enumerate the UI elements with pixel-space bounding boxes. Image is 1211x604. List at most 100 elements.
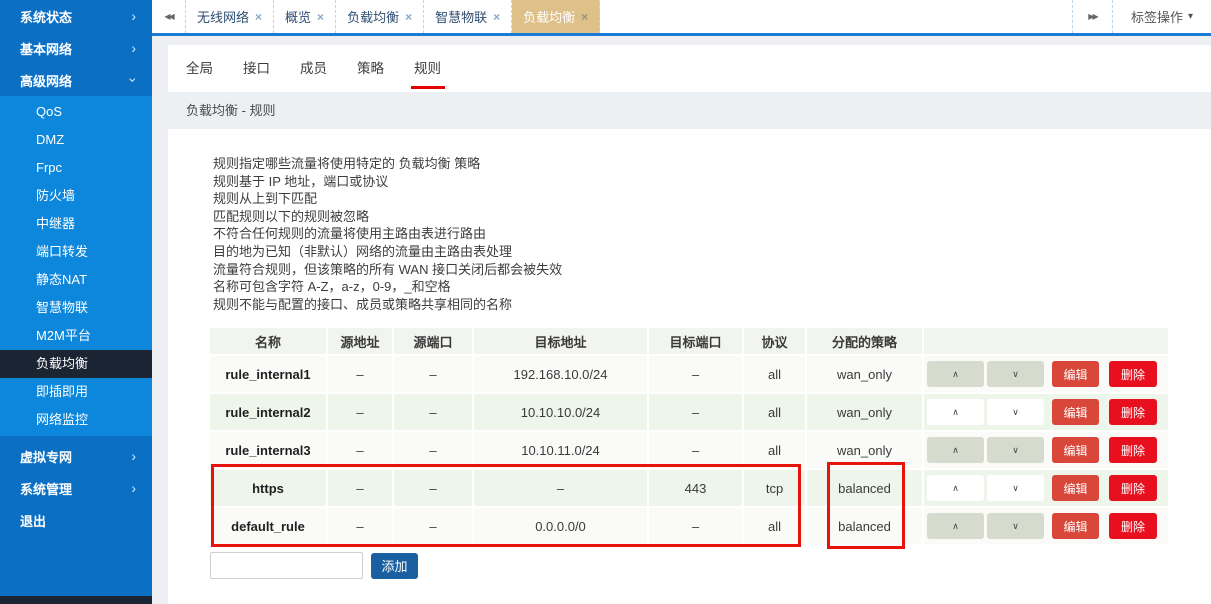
sidebar-item[interactable]: 高级网络 › bbox=[0, 64, 152, 96]
sidebar-subitem[interactable]: 端口转发 bbox=[0, 238, 152, 266]
sidebar-subitem[interactable]: 防火墙 bbox=[0, 182, 152, 210]
cell-policy: wan_only bbox=[807, 394, 924, 431]
sidebar-subitem[interactable]: 中继器 bbox=[0, 210, 152, 238]
cell-dst-addr: 192.168.10.0/24 bbox=[474, 356, 649, 393]
sidebar-item[interactable]: 基本网络 › bbox=[0, 32, 152, 64]
edit-button[interactable]: 编辑 bbox=[1052, 475, 1099, 502]
rules-content: 规则指定哪些流量将使用特定的 负载均衡 策略 规则基于 IP 地址，端口或协议 规则… bbox=[168, 129, 1211, 580]
delete-button[interactable]: 删除 bbox=[1109, 513, 1157, 540]
cell-proto: all bbox=[744, 508, 807, 545]
sidebar-submenu: QoS DMZ Frpc 防火墙 中继器 端口转发 静态NAT 智慧物联 M2M平台 负载均衡 即插… bbox=[0, 96, 152, 436]
cell-src-port: – bbox=[394, 432, 474, 469]
delete-button[interactable]: 删除 bbox=[1109, 399, 1157, 426]
edit-button[interactable]: 编辑 bbox=[1052, 513, 1099, 540]
add-rule-row: 添加 bbox=[210, 552, 1211, 580]
subtab[interactable]: 接口 bbox=[243, 45, 270, 92]
move-down-button[interactable]: ∨ bbox=[987, 437, 1044, 464]
edit-button[interactable]: 编辑 bbox=[1052, 361, 1099, 388]
sidebar-item-label: 系统管理 bbox=[20, 481, 73, 497]
column-header: 目标端口 bbox=[649, 328, 744, 355]
column-header: 源端口 bbox=[394, 328, 474, 355]
sidebar-subitem[interactable]: DMZ bbox=[0, 126, 152, 154]
close-icon[interactable]: × bbox=[405, 10, 412, 24]
subtab[interactable]: 全局 bbox=[186, 45, 213, 92]
tab-label: 负载均衡 bbox=[347, 10, 400, 25]
move-down-button[interactable]: ∨ bbox=[987, 399, 1044, 426]
tab[interactable]: 概览 × bbox=[274, 0, 337, 33]
sidebar-bottom-items: 虚拟专网 › 系统管理 › 退出 bbox=[0, 436, 152, 536]
delete-button[interactable]: 删除 bbox=[1109, 437, 1157, 464]
tab[interactable]: 负载均衡 × bbox=[512, 0, 601, 33]
sidebar-item[interactable]: 系统状态 › bbox=[0, 0, 152, 32]
description-line: 目的地为已知（非默认）网络的流量由主路由表处理 bbox=[213, 243, 513, 259]
cell-src-port: – bbox=[394, 394, 474, 431]
caret-down-icon: ▾ bbox=[1187, 11, 1193, 22]
cell-name: rule_internal1 bbox=[210, 356, 328, 393]
tab[interactable]: 智慧物联 × bbox=[424, 0, 513, 33]
cell-src-port: – bbox=[394, 356, 474, 393]
move-down-button[interactable]: ∨ bbox=[987, 513, 1044, 540]
chevron-right-icon: › bbox=[131, 480, 136, 496]
content-card: 全局 接口 成员 策略 规则 负载均衡 - 规则 规则指定哪些流量将使用特定的 负载均衡… bbox=[168, 45, 1211, 604]
sidebar-subitem[interactable]: 智慧物联 bbox=[0, 294, 152, 322]
close-icon[interactable]: × bbox=[317, 10, 324, 24]
subtab-list: 全局 接口 成员 策略 规则 bbox=[168, 45, 1211, 92]
sidebar-subitem[interactable]: 负载均衡 bbox=[0, 350, 152, 378]
cell-proto: all bbox=[744, 432, 807, 469]
move-up-button[interactable]: ∧ bbox=[927, 361, 984, 388]
move-down-button[interactable]: ∨ bbox=[987, 361, 1044, 388]
sidebar-item-label: 基本网络 bbox=[20, 41, 73, 57]
column-header: 协议 bbox=[744, 328, 807, 355]
tab-label: 无线网络 bbox=[197, 10, 250, 25]
add-button[interactable]: 添加 bbox=[371, 552, 418, 579]
close-icon[interactable]: × bbox=[255, 10, 262, 24]
sidebar-item[interactable]: 系统管理 › bbox=[0, 472, 152, 504]
description-line: 规则不能与配置的接口、成员或策略共享相同的名称 bbox=[213, 296, 513, 312]
sidebar-subitem[interactable]: M2M平台 bbox=[0, 322, 152, 350]
subtab[interactable]: 策略 bbox=[357, 45, 384, 92]
column-header: 名称 bbox=[210, 328, 328, 355]
close-icon[interactable]: × bbox=[581, 10, 588, 24]
sidebar-item-label: 退出 bbox=[20, 513, 47, 529]
subtab[interactable]: 成员 bbox=[300, 45, 327, 92]
edit-button[interactable]: 编辑 bbox=[1052, 437, 1099, 464]
sidebar-item[interactable]: 退出 bbox=[0, 504, 152, 536]
move-down-button[interactable]: ∨ bbox=[987, 475, 1044, 502]
close-icon[interactable]: × bbox=[493, 10, 500, 24]
column-header: 源地址 bbox=[328, 328, 394, 355]
tab-label: 负载均衡 bbox=[523, 10, 576, 25]
sidebar-subitem[interactable]: QoS bbox=[0, 98, 152, 126]
chevron-right-icon: › bbox=[131, 8, 136, 24]
column-header: 目标地址 bbox=[474, 328, 649, 355]
cell-src-port: – bbox=[394, 508, 474, 545]
delete-button[interactable]: 删除 bbox=[1109, 475, 1157, 502]
tab[interactable]: 负载均衡 × bbox=[336, 0, 425, 33]
sidebar-subitem[interactable]: 网络监控 bbox=[0, 406, 152, 434]
delete-button[interactable]: 删除 bbox=[1109, 361, 1157, 388]
cell-src-addr: – bbox=[328, 508, 394, 545]
tabbar-spacer bbox=[600, 0, 1072, 33]
sidebar-subitem[interactable]: Frpc bbox=[0, 154, 152, 182]
cell-policy: wan_only bbox=[807, 432, 924, 469]
scroll-tabs-right-icon[interactable]: ▶▶ bbox=[1071, 0, 1112, 33]
sidebar-subitem[interactable]: 静态NAT bbox=[0, 266, 152, 294]
tab[interactable]: 无线网络 × bbox=[186, 0, 275, 33]
main-area: ◀◀ 无线网络 × 概览 × 负载均衡 × 智慧物联 × 负载均衡 × ▶▶ 标签操作 ▾ 全局接… bbox=[152, 0, 1211, 604]
cell-src-addr: – bbox=[328, 470, 394, 507]
sidebar-item[interactable]: 虚拟专网 › bbox=[0, 440, 152, 472]
sidebar-subitem[interactable]: 即插即用 bbox=[0, 378, 152, 406]
scroll-tabs-left-icon[interactable]: ◀◀ bbox=[152, 0, 186, 33]
move-up-button[interactable]: ∧ bbox=[927, 437, 984, 464]
subtab[interactable]: 规则 bbox=[414, 45, 441, 92]
column-header: 分配的策略 bbox=[807, 328, 924, 355]
new-rule-name-input[interactable] bbox=[210, 552, 363, 580]
sidebar-top-items: 系统状态 › 基本网络 › 高级网络 › bbox=[0, 0, 152, 96]
move-up-button[interactable]: ∧ bbox=[927, 513, 984, 540]
sidebar-item-label: 虚拟专网 bbox=[20, 449, 73, 465]
tab-operations-dropdown[interactable]: 标签操作 ▾ bbox=[1111, 0, 1211, 33]
table-row: https – – –443 tcp balanced ∧ ∨ 编辑 删除 bbox=[210, 470, 1168, 509]
move-up-button[interactable]: ∧ bbox=[927, 399, 984, 426]
sidebar-item-label: 系统状态 bbox=[20, 9, 73, 25]
move-up-button[interactable]: ∧ bbox=[927, 475, 984, 502]
edit-button[interactable]: 编辑 bbox=[1052, 399, 1099, 426]
